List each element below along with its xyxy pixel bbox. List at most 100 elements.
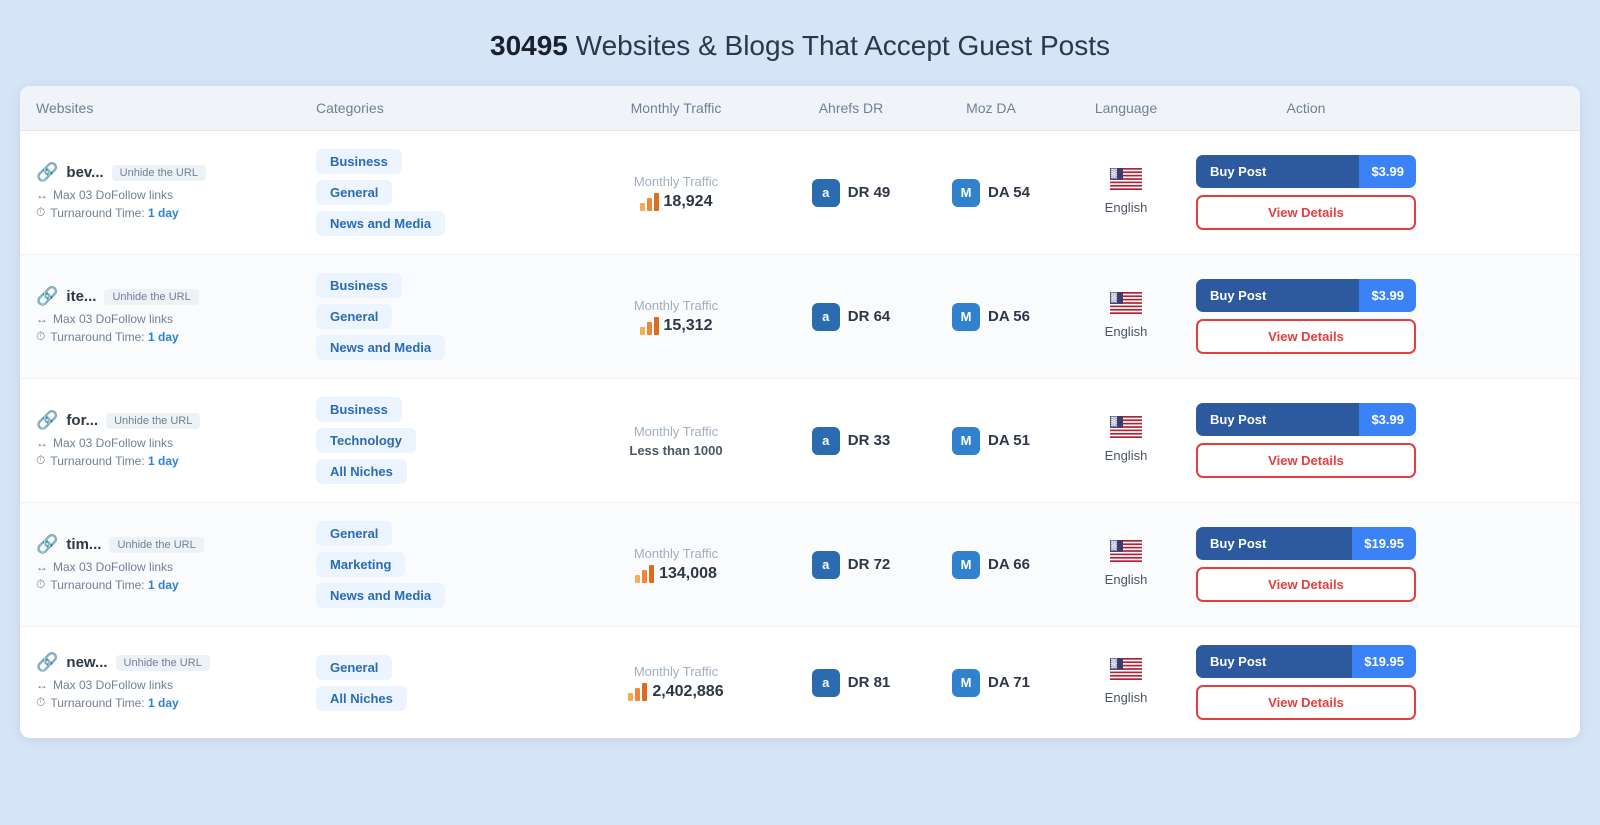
category-tag: Business bbox=[316, 273, 402, 298]
link-icon: 🔗 bbox=[36, 162, 58, 183]
view-details-button[interactable]: View Details bbox=[1196, 685, 1416, 720]
buy-post-button[interactable]: Buy Post $3.99 bbox=[1196, 403, 1416, 436]
dofollow-info: ↔ Max 03 DoFollow links bbox=[36, 560, 316, 574]
website-name: ite... bbox=[66, 288, 96, 305]
da-value: DA 54 bbox=[988, 184, 1030, 201]
traffic-label: Monthly Traffic bbox=[576, 298, 776, 313]
us-flag-icon bbox=[1056, 658, 1196, 687]
link-icon: 🔗 bbox=[36, 286, 58, 307]
website-name: for... bbox=[66, 412, 98, 429]
us-flag-icon bbox=[1056, 168, 1196, 197]
moz-badge: M bbox=[952, 303, 980, 331]
table-row: 🔗 for... Unhide the URL ↔ Max 03 DoFollo… bbox=[20, 379, 1580, 503]
col-categories: Categories bbox=[316, 100, 576, 116]
dofollow-info: ↔ Max 03 DoFollow links bbox=[36, 188, 316, 202]
buy-post-label: Buy Post bbox=[1196, 279, 1359, 312]
link-icon: 🔗 bbox=[36, 652, 58, 673]
website-cell: 🔗 for... Unhide the URL ↔ Max 03 DoFollo… bbox=[36, 410, 316, 471]
dr-cell: a DR 81 bbox=[776, 669, 926, 697]
website-name: new... bbox=[66, 654, 107, 671]
da-cell: M DA 66 bbox=[926, 551, 1056, 579]
action-cell: Buy Post $3.99 View Details bbox=[1196, 155, 1416, 230]
col-language: Language bbox=[1056, 100, 1196, 116]
turnaround-info: ⏱ Turnaround Time: 1 day bbox=[36, 205, 316, 220]
buy-post-price: $3.99 bbox=[1359, 403, 1416, 436]
moz-badge: M bbox=[952, 551, 980, 579]
traffic-cell: Monthly Traffic 134,008 bbox=[576, 546, 776, 583]
buy-post-price: $3.99 bbox=[1359, 279, 1416, 312]
category-tag: Technology bbox=[316, 428, 416, 453]
moz-badge: M bbox=[952, 427, 980, 455]
dofollow-info: ↔ Max 03 DoFollow links bbox=[36, 678, 316, 692]
moz-badge: M bbox=[952, 669, 980, 697]
results-table: Websites Categories Monthly Traffic Ahre… bbox=[20, 86, 1580, 738]
category-tag: News and Media bbox=[316, 583, 445, 608]
language-cell: English bbox=[1056, 168, 1196, 217]
links-icon: ↔ bbox=[36, 436, 48, 450]
da-cell: M DA 54 bbox=[926, 179, 1056, 207]
traffic-cell: Monthly Traffic 15,312 bbox=[576, 298, 776, 335]
table-row: 🔗 tim... Unhide the URL ↔ Max 03 DoFollo… bbox=[20, 503, 1580, 627]
col-traffic: Monthly Traffic bbox=[576, 100, 776, 116]
category-tag: General bbox=[316, 180, 392, 205]
category-tag: All Niches bbox=[316, 459, 407, 484]
clock-icon: ⏱ bbox=[36, 695, 45, 710]
category-tag: Business bbox=[316, 149, 402, 174]
da-value: DA 51 bbox=[988, 432, 1030, 449]
col-da: Moz DA bbox=[926, 100, 1056, 116]
turnaround-info: ⏱ Turnaround Time: 1 day bbox=[36, 453, 316, 468]
us-flag-icon bbox=[1056, 540, 1196, 569]
buy-post-price: $19.95 bbox=[1352, 527, 1416, 560]
view-details-button[interactable]: View Details bbox=[1196, 319, 1416, 354]
buy-post-price: $3.99 bbox=[1359, 155, 1416, 188]
clock-icon: ⏱ bbox=[36, 453, 45, 468]
unhide-url-button[interactable]: Unhide the URL bbox=[104, 289, 198, 305]
unhide-url-button[interactable]: Unhide the URL bbox=[116, 655, 210, 671]
buy-post-button[interactable]: Buy Post $3.99 bbox=[1196, 155, 1416, 188]
categories-cell: BusinessGeneralNews and Media bbox=[316, 273, 576, 360]
language-label: English bbox=[1105, 572, 1148, 587]
page-title: 30495 Websites & Blogs That Accept Guest… bbox=[20, 30, 1580, 62]
us-flag-icon bbox=[1056, 416, 1196, 445]
dr-value: DR 72 bbox=[848, 556, 891, 573]
dr-cell: a DR 33 bbox=[776, 427, 926, 455]
turnaround-info: ⏱ Turnaround Time: 1 day bbox=[36, 329, 316, 344]
ahrefs-badge: a bbox=[812, 179, 840, 207]
dr-cell: a DR 72 bbox=[776, 551, 926, 579]
view-details-button[interactable]: View Details bbox=[1196, 443, 1416, 478]
ahrefs-badge: a bbox=[812, 669, 840, 697]
view-details-button[interactable]: View Details bbox=[1196, 195, 1416, 230]
buy-post-label: Buy Post bbox=[1196, 527, 1352, 560]
category-tag: Business bbox=[316, 397, 402, 422]
view-details-button[interactable]: View Details bbox=[1196, 567, 1416, 602]
language-cell: English bbox=[1056, 658, 1196, 707]
clock-icon: ⏱ bbox=[36, 577, 45, 592]
unhide-url-button[interactable]: Unhide the URL bbox=[109, 537, 203, 553]
language-label: English bbox=[1105, 448, 1148, 463]
buy-post-label: Buy Post bbox=[1196, 155, 1359, 188]
turnaround-info: ⏱ Turnaround Time: 1 day bbox=[36, 695, 316, 710]
links-icon: ↔ bbox=[36, 312, 48, 326]
da-value: DA 66 bbox=[988, 556, 1030, 573]
table-body: 🔗 bev... Unhide the URL ↔ Max 03 DoFollo… bbox=[20, 131, 1580, 738]
dr-cell: a DR 49 bbox=[776, 179, 926, 207]
category-tag: News and Media bbox=[316, 211, 445, 236]
website-cell: 🔗 ite... Unhide the URL ↔ Max 03 DoFollo… bbox=[36, 286, 316, 347]
unhide-url-button[interactable]: Unhide the URL bbox=[106, 413, 200, 429]
language-cell: English bbox=[1056, 292, 1196, 341]
language-label: English bbox=[1105, 690, 1148, 705]
buy-post-button[interactable]: Buy Post $19.95 bbox=[1196, 645, 1416, 678]
website-name: bev... bbox=[66, 164, 103, 181]
clock-icon: ⏱ bbox=[36, 329, 45, 344]
traffic-cell: Monthly Traffic 2,402,886 bbox=[576, 664, 776, 701]
buy-post-label: Buy Post bbox=[1196, 645, 1352, 678]
buy-post-button[interactable]: Buy Post $19.95 bbox=[1196, 527, 1416, 560]
dr-value: DR 49 bbox=[848, 184, 891, 201]
turnaround-info: ⏱ Turnaround Time: 1 day bbox=[36, 577, 316, 592]
unhide-url-button[interactable]: Unhide the URL bbox=[112, 165, 206, 181]
category-tag: General bbox=[316, 655, 392, 680]
dr-value: DR 81 bbox=[848, 674, 891, 691]
ahrefs-badge: a bbox=[812, 427, 840, 455]
buy-post-button[interactable]: Buy Post $3.99 bbox=[1196, 279, 1416, 312]
traffic-label: Monthly Traffic bbox=[576, 174, 776, 189]
